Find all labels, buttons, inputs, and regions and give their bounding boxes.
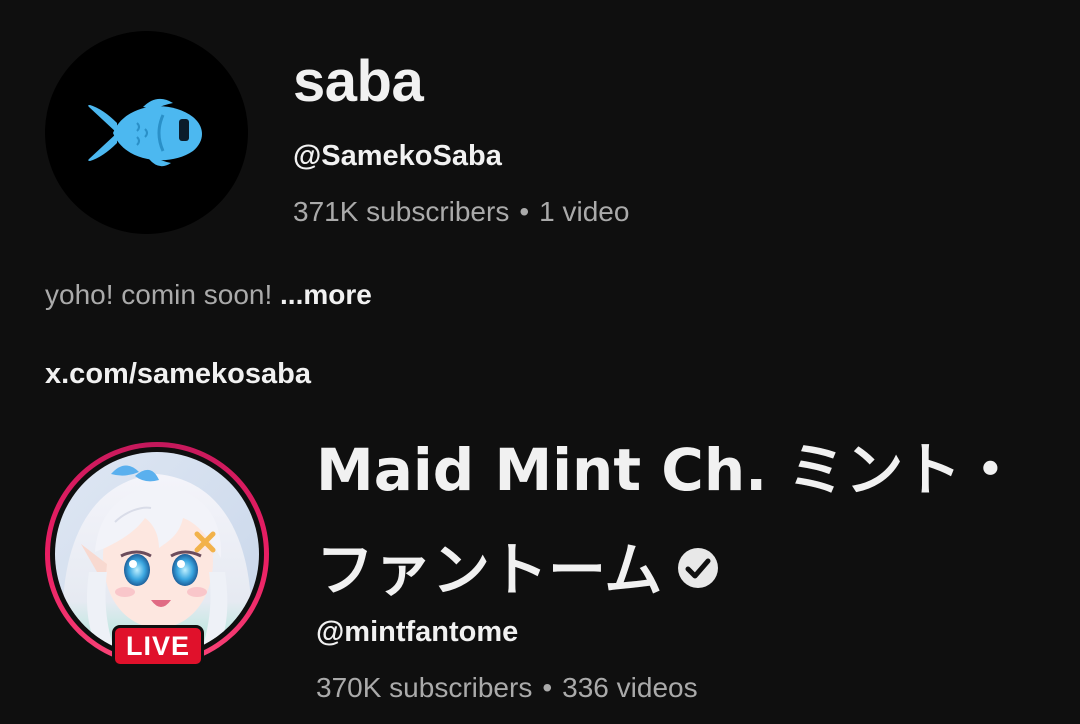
video-count: 1 video [539, 196, 630, 227]
subscriber-count: 371K subscribers [293, 196, 510, 227]
channel-stats: 371K subscribers • 1 video [293, 192, 629, 232]
channel-handle: @mintfantome [316, 616, 519, 648]
verified-check-icon [678, 547, 719, 588]
channel-card-saba: saba @SamekoSaba 371K subscribers • 1 vide… [0, 0, 1080, 400]
channel-card-mint: LIVE Maid Mint Ch. ミント・ファントーム @mintfanto… [0, 400, 1080, 724]
channel-stats: 370K subscribers • 336 videos [316, 668, 698, 708]
channel-handle: @SamekoSaba [293, 140, 502, 172]
channel-name-text: Maid Mint Ch. ミント・ファントーム [316, 436, 1020, 604]
channel-description: yoho! comin soon! ...more [45, 276, 372, 314]
separator-dot: • [542, 672, 553, 703]
more-link[interactable]: ...more [280, 279, 372, 310]
separator-dot: • [519, 196, 530, 227]
fish-icon [87, 98, 202, 166]
channel-avatar[interactable] [45, 31, 248, 234]
channel-name[interactable]: saba [293, 46, 424, 118]
video-count: 336 videos [562, 672, 698, 703]
channel-name[interactable]: Maid Mint Ch. ミント・ファントーム [316, 420, 1056, 620]
subscriber-count: 370K subscribers [316, 672, 533, 703]
live-badge: LIVE [112, 625, 204, 667]
description-text: yoho! comin soon! [45, 279, 281, 310]
channel-external-link[interactable]: x.com/samekosaba [45, 355, 311, 393]
